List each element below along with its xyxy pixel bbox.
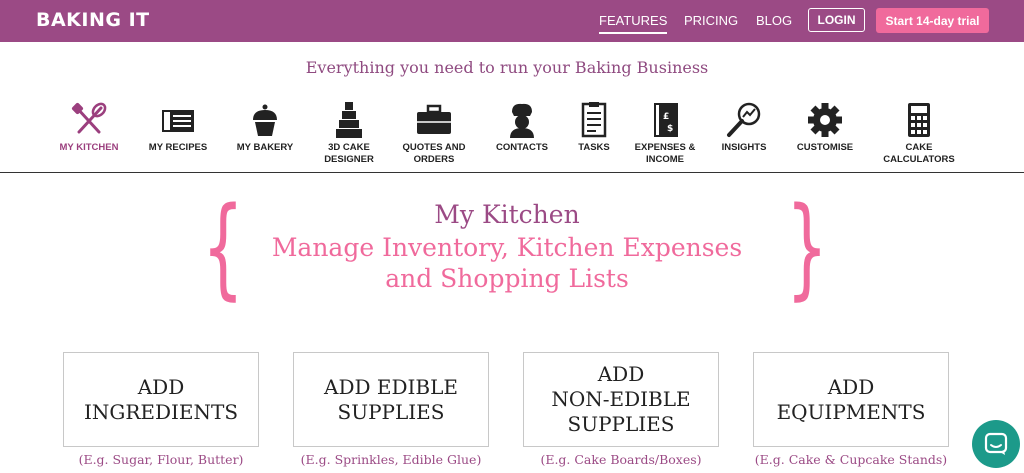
ingredients-example: (E.g. Sugar, Flour, Butter) [78, 452, 244, 467]
svg-text:£: £ [663, 112, 669, 122]
feature-3d-cake-designer[interactable]: 3D CAKE DESIGNER [304, 100, 394, 166]
feature-my-kitchen[interactable]: MY KITCHEN [44, 100, 134, 154]
card-line: SUPPLIES [567, 412, 675, 436]
feature-label: CAKE CALCULATORS [883, 142, 955, 165]
card-line: ADD [137, 374, 185, 399]
nav-pricing-link[interactable]: PRICING [684, 13, 738, 28]
feature-label: CUSTOMISE [796, 142, 854, 153]
feature-label: 3D CAKE DESIGNER [324, 142, 374, 165]
nav-blog-link[interactable]: BLOG [756, 13, 792, 28]
feature-label: MY BAKERY [236, 142, 294, 153]
login-button[interactable]: LOGIN [808, 8, 865, 32]
card-line: ADD [827, 374, 875, 399]
clipboard-icon [581, 102, 607, 138]
hero-subtitle-line2: and Shopping Lists [385, 264, 629, 293]
feature-quotes-and-orders[interactable]: QUOTES AND ORDERS [389, 100, 479, 166]
cupcake-icon [253, 104, 277, 136]
chef-icon [510, 103, 534, 138]
card-line: NON-EDIBLE [551, 387, 691, 411]
tagline: Everything you need to run your Baking B… [305, 58, 709, 77]
magnifier-chart-icon [727, 102, 761, 137]
add-non-edible-supplies-card[interactable]: ADD NON-EDIBLE SUPPLIES [523, 352, 719, 447]
gear-icon [808, 103, 842, 137]
feature-expenses-income[interactable]: £ $ EXPENSES & INCOME [620, 100, 710, 166]
hero-subtitle: Manage Inventory, Kitchen Expenses and S… [0, 232, 1014, 294]
edible-supplies-example: (E.g. Sprinkles, Edible Glue) [300, 452, 482, 467]
calculator-icon [908, 103, 930, 137]
feature-cake-calculators[interactable]: CAKE CALCULATORS [874, 100, 964, 166]
hero-subtitle-line1: Manage Inventory, Kitchen Expenses [271, 233, 743, 262]
non-edible-supplies-example: (E.g. Cake Boards/Boxes) [540, 452, 702, 467]
feature-label: EXPENSES & INCOME [634, 142, 696, 165]
baking-it-logo[interactable]: BAKING IT [36, 9, 150, 31]
nav-features-link[interactable]: FEATURES [599, 13, 668, 34]
card-line: SUPPLIES [337, 399, 445, 424]
section-divider [0, 172, 1024, 173]
top-nav-bar: BAKING IT FEATURES PRICING BLOG LOGIN St… [0, 0, 1024, 42]
feature-label: MY RECIPES [148, 142, 208, 153]
card-line: EQUIPMENTS [776, 399, 926, 424]
feature-label: INSIGHTS [721, 142, 767, 153]
chat-widget-button[interactable] [972, 420, 1020, 468]
add-edible-supplies-card[interactable]: ADD EDIBLE SUPPLIES [293, 352, 489, 447]
feature-customise[interactable]: CUSTOMISE [780, 100, 870, 154]
add-ingredients-card[interactable]: ADD INGREDIENTS [63, 352, 259, 447]
feature-label: QUOTES AND ORDERS [402, 142, 466, 165]
feature-insights[interactable]: INSIGHTS [699, 100, 789, 154]
chat-bubble-icon [984, 432, 1008, 455]
whisk-spatula-icon [71, 102, 107, 134]
svg-text:$: $ [667, 124, 673, 134]
equipments-example: (E.g. Cake & Cupcake Stands) [754, 452, 948, 467]
card-line: INGREDIENTS [83, 399, 239, 424]
tiered-cake-icon [336, 102, 362, 138]
card-line: ADD EDIBLE [324, 374, 458, 399]
money-book-icon: £ $ [654, 103, 678, 137]
add-equipments-card[interactable]: ADD EQUIPMENTS [753, 352, 949, 447]
start-trial-button[interactable]: Start 14-day trial [876, 8, 989, 33]
feature-label: MY KITCHEN [59, 142, 119, 153]
recipe-book-icon [162, 110, 194, 132]
briefcase-icon [417, 104, 451, 134]
card-line: ADD [597, 362, 645, 386]
hero-title: My Kitchen [434, 200, 580, 229]
feature-my-recipes[interactable]: MY RECIPES [133, 100, 223, 154]
feature-my-bakery[interactable]: MY BAKERY [220, 100, 310, 154]
